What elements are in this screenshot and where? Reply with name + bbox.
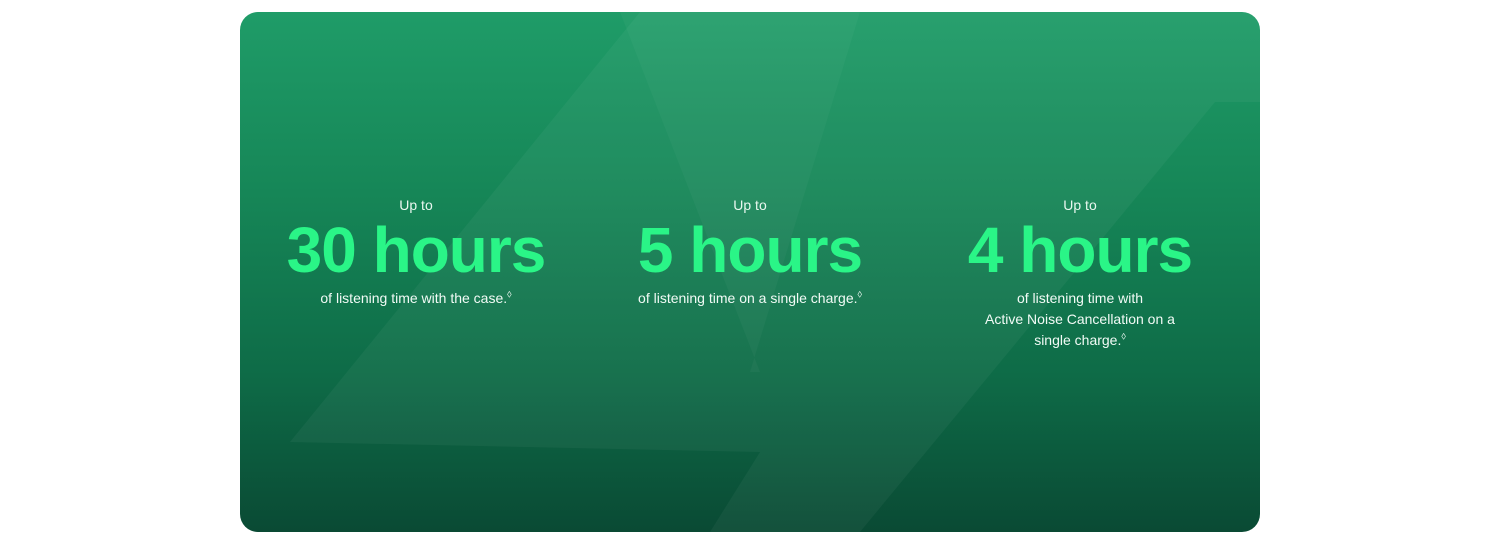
stat-anc-single-charge: Up to 4 hours of listening time with Act… — [955, 196, 1205, 351]
footnote-mark: ◊ — [507, 289, 512, 300]
stat-description: of listening time on a single charge.◊ — [638, 289, 862, 306]
stat-lead: Up to — [399, 197, 433, 213]
stat-value: 4 hours — [967, 214, 1193, 286]
stat-description: of listening time with Active Noise Canc… — [985, 290, 1175, 348]
footnote-mark: ◊ — [857, 289, 862, 300]
stat-lead: Up to — [733, 197, 767, 213]
battery-stats-card: Up to 30 hours of listening time with th… — [240, 12, 1260, 532]
stat-value: 30 hours — [286, 214, 547, 286]
stat-description: of listening time with the case.◊ — [320, 289, 512, 306]
stat-single-charge: Up to 5 hours of listening time on a sin… — [610, 196, 890, 309]
footnote-mark: ◊ — [1121, 331, 1126, 342]
stat-lead: Up to — [1063, 197, 1097, 213]
stat-value: 5 hours — [637, 214, 863, 286]
stat-case-listening: Up to 30 hours of listening time with th… — [270, 196, 562, 309]
